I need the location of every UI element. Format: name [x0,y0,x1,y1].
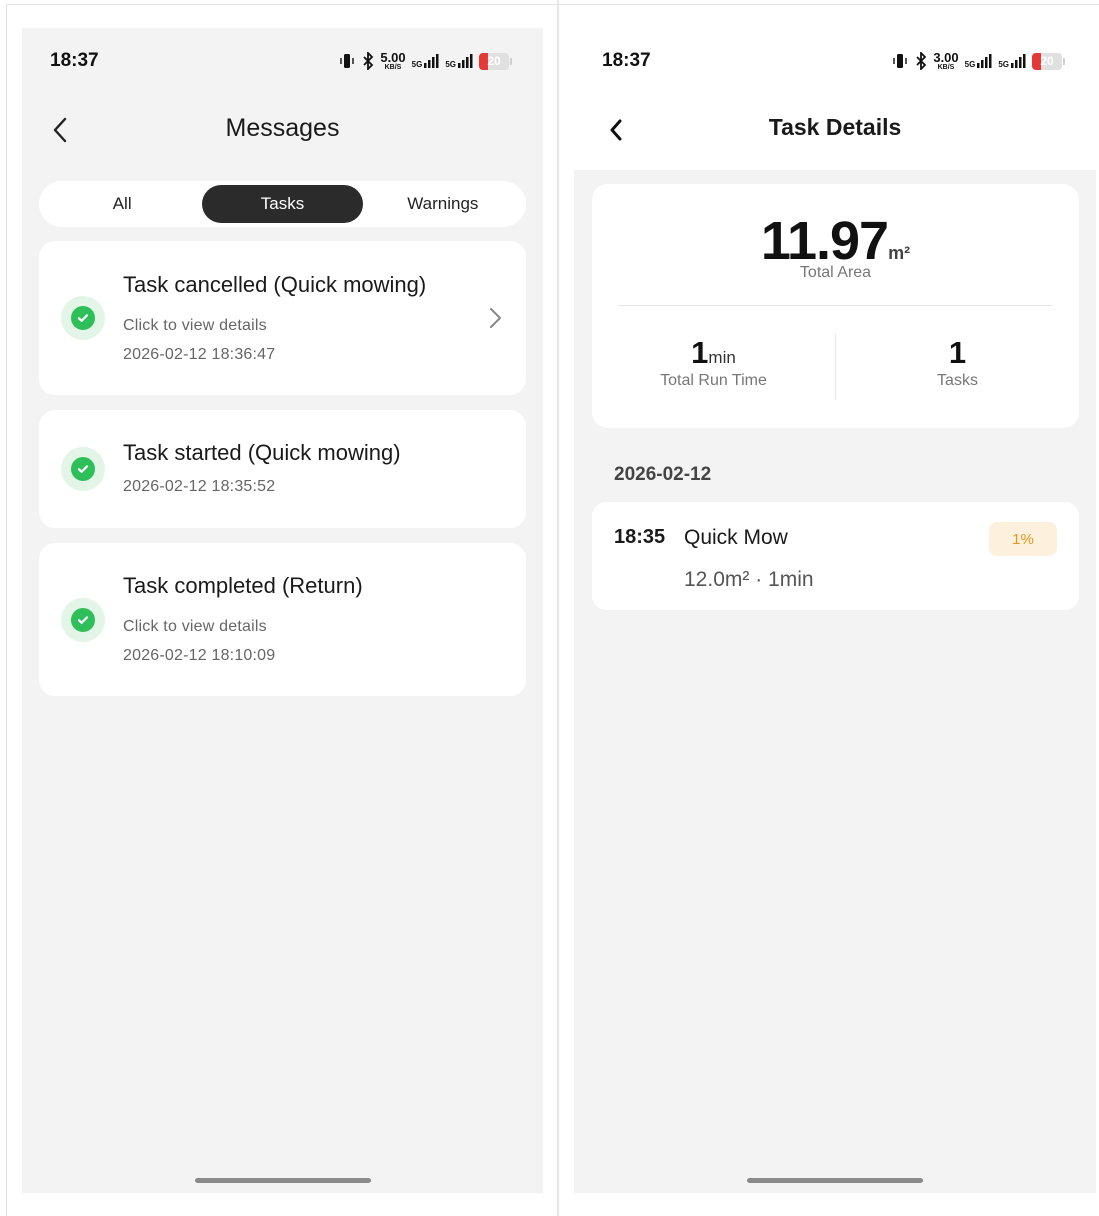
network-speed: 5.00 KB/S [380,51,405,71]
bluetooth-icon [915,52,927,70]
network-speed-value: 5.00 [380,50,406,65]
message-filter-tabs: All Tasks Warnings [39,181,526,227]
battery-icon: 20 [479,52,512,70]
task-details-screen: 18:37 3.00 KB/S 5G 5G 20 Task Details 11… [574,28,1096,1193]
status-time: 18:37 [602,50,651,71]
message-title: Task completed (Return) [123,573,363,598]
signal-5g-1: 5G [965,53,993,69]
message-title: Task started (Quick mowing) [123,440,401,465]
check-circle-icon [71,306,95,330]
run-time-label: Total Run Time [660,372,767,390]
task-name: Quick Mow [684,526,788,549]
page-title: Task Details [768,114,902,140]
run-time-value: 1 [691,335,709,370]
summary-divider [618,305,1053,306]
task-meta: 12.0m² · 1min [684,568,814,591]
message-timestamp: 2026-02-12 18:36:47 [123,346,276,363]
message-subtitle: Click to view details [123,317,267,334]
chevron-left-icon [53,117,67,143]
tab-all[interactable]: All [42,185,202,223]
network-speed-value: 3.00 [933,50,959,65]
status-icon-wrap [61,296,105,340]
header: Task Details [574,100,1096,160]
home-indicator[interactable] [747,1178,923,1183]
network-type-label: 5G [411,60,423,69]
total-area: 11.97m² [592,210,1079,272]
network-type-label: 5G [964,60,976,69]
page-title: Messages [225,114,340,142]
run-time-unit: min [708,348,736,367]
signal-5g-1: 5G [412,53,440,69]
network-type-label-2: 5G [445,60,456,69]
status-time: 18:37 [50,50,99,71]
network-speed-unit: KB/S [937,64,955,71]
network-speed: 3.00 KB/S [933,51,958,71]
chevron-right-icon [490,308,501,328]
status-icon-wrap [61,447,105,491]
message-timestamp: 2026-02-12 18:35:52 [123,478,276,495]
signal-bars-icon [977,54,992,68]
network-type-label-2: 5G [998,60,1009,69]
battery-icon: 20 [1032,52,1065,70]
signal-bars-icon [424,54,439,68]
signal-bars-icon [458,54,473,68]
back-button[interactable] [598,112,634,148]
screens-divider [557,0,559,1216]
back-button[interactable] [42,112,78,148]
task-count-label: Tasks [937,372,978,390]
progress-badge: 1% [989,522,1057,556]
vibrate-icon [891,52,909,70]
message-card[interactable]: Task completed (Return) Click to view de… [39,543,526,696]
messages-screen: 18:37 5.00 KB/S 5G 5G 20 Messages All Ta… [22,28,543,1193]
signal-5g-2: 5G [445,53,473,69]
message-title: Task cancelled (Quick mowing) [123,272,427,297]
status-icons: 5.00 KB/S 5G 5G 20 [338,50,512,72]
network-speed-unit: KB/S [384,64,402,71]
battery-level: 20 [487,54,501,68]
check-circle-icon [71,457,95,481]
signal-bars-icon [1011,54,1026,68]
status-bar: 18:37 3.00 KB/S 5G 5G 20 [574,28,1096,92]
total-run-time: 1min Total Run Time [592,335,835,390]
status-icons: 3.00 KB/S 5G 5G 20 [891,50,1065,72]
total-area-unit: m² [888,243,911,263]
frame-left-border [6,4,7,1216]
task-count: 1 Tasks [836,335,1079,390]
message-card[interactable]: Task started (Quick mowing) 2026-02-12 1… [39,410,526,528]
bluetooth-icon [362,52,374,70]
date-group-header: 2026-02-12 [614,464,712,485]
message-subtitle: Click to view details [123,618,267,635]
message-card[interactable]: Task cancelled (Quick mowing) Click to v… [39,241,526,395]
message-timestamp: 2026-02-12 18:10:09 [123,647,276,664]
header: Messages [22,100,543,160]
summary-card: 11.97m² Total Area 1min Total Run Time 1… [592,184,1079,428]
tab-warnings[interactable]: Warnings [363,185,523,223]
status-bar: 18:37 5.00 KB/S 5G 5G 20 [22,28,543,92]
frame-top-border [6,4,1099,5]
home-indicator[interactable] [194,1178,371,1183]
check-circle-icon [71,608,95,632]
task-count-value: 1 [948,335,967,370]
task-start-time: 18:35 [614,526,666,548]
task-record[interactable]: 18:35 Quick Mow 1% 12.0m² · 1min [592,502,1079,610]
chevron-left-icon [610,119,622,141]
signal-5g-2: 5G [998,53,1026,69]
total-area-label: Total Area [799,264,872,281]
vibrate-icon [338,52,356,70]
total-area-value: 11.97 [760,211,889,271]
tab-tasks[interactable]: Tasks [202,185,363,223]
status-icon-wrap [61,598,105,642]
battery-level: 20 [1040,54,1054,68]
